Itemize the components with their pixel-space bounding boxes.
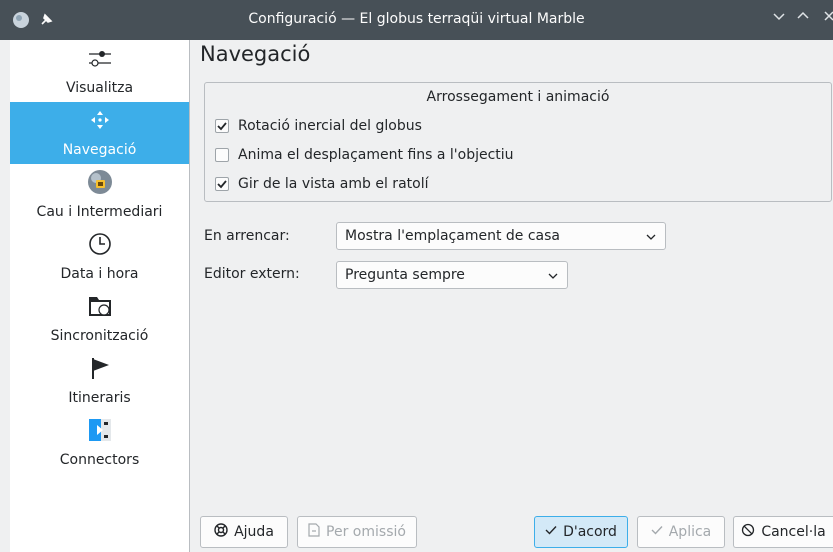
title-bar: Configuració — El globus terraqüi virtua…	[0, 0, 833, 40]
checkbox-unchecked[interactable]	[215, 148, 229, 162]
sidebar-item-visualitza[interactable]: Visualitza	[10, 40, 189, 102]
flag-icon	[10, 354, 189, 382]
checkbox-checked[interactable]	[215, 177, 229, 191]
checkbox-label: Anima el desplaçament fins a l'objectiu	[238, 147, 514, 163]
sidebar-item-connectors[interactable]: Connectors	[10, 412, 189, 474]
sidebar-item-label: Itineraris	[68, 390, 131, 406]
checkbox-label: Gir de la vista amb el ratolí	[238, 176, 429, 192]
sidebar-item-itineraris[interactable]: Itineraris	[10, 350, 189, 412]
sync-folder-icon	[10, 292, 189, 320]
on-startup-combobox[interactable]: Mostra l'emplaçament de casa	[336, 222, 666, 250]
combobox-value: Mostra l'emplaçament de casa	[345, 228, 560, 244]
checkbox-label: Rotació inercial del globus	[238, 118, 422, 134]
maximize-button[interactable]	[796, 9, 810, 27]
sidebar-item-label: Connectors	[59, 452, 140, 468]
ok-button[interactable]: D'acord	[534, 516, 628, 548]
sidebar-item-navegacio[interactable]: Navegació	[10, 102, 189, 164]
sidebar-item-label: Visualitza	[65, 80, 134, 96]
document-revert-icon	[308, 523, 320, 541]
external-editor-combobox[interactable]: Pregunta sempre	[336, 261, 568, 289]
sidebar-item-label: Sincronització	[50, 328, 149, 344]
apply-button[interactable]: Aplica	[637, 516, 725, 548]
check-icon	[651, 524, 663, 540]
cancel-button[interactable]: Cancel·la	[733, 516, 833, 548]
clock-icon	[10, 230, 189, 258]
sidebar-item-label: Navegació	[62, 142, 137, 158]
group-title: Arrossegament i animació	[426, 89, 610, 105]
apply-label: Aplica	[668, 524, 712, 540]
defaults-label: Per omissió	[326, 524, 406, 540]
minimize-button[interactable]	[772, 9, 786, 27]
plugin-icon	[10, 416, 189, 444]
help-button[interactable]: Ajuda	[200, 516, 288, 548]
close-button[interactable]	[822, 9, 833, 27]
ok-label: D'acord	[563, 524, 617, 540]
defaults-button[interactable]: Per omissió	[297, 516, 417, 548]
sidebar-item-cau-intermediari[interactable]: Cau i Intermediari	[10, 164, 189, 226]
mouse-view-rotation-checkbox[interactable]: Gir de la vista amb el ratolí	[215, 174, 428, 194]
combobox-value: Pregunta sempre	[345, 267, 465, 283]
cancel-label: Cancel·la	[761, 524, 826, 540]
animate-target-checkbox[interactable]: Anima el desplaçament fins a l'objectiu	[215, 145, 514, 165]
sidebar-item-label: Cau i Intermediari	[36, 204, 163, 220]
inertial-rotation-checkbox[interactable]: Rotació inercial del globus	[215, 116, 422, 136]
view-sliders-icon	[10, 44, 189, 72]
category-sidebar: Visualitza Navegació Cau i Intermediari …	[10, 40, 190, 552]
checkbox-checked[interactable]	[215, 119, 229, 133]
on-startup-label: En arrencar:	[204, 228, 290, 244]
cancel-icon	[741, 523, 755, 541]
help-label: Ajuda	[234, 524, 274, 540]
sidebar-item-data-hora[interactable]: Data i hora	[10, 226, 189, 288]
navigation-arrows-icon	[10, 106, 189, 134]
check-icon	[545, 524, 557, 540]
window-title: Configuració — El globus terraqüi virtua…	[248, 11, 585, 27]
cache-globe-icon	[10, 168, 189, 196]
page-title: Navegació	[200, 42, 311, 66]
sidebar-item-sincronitzacio[interactable]: Sincronització	[10, 288, 189, 350]
help-icon	[214, 523, 228, 541]
chevron-down-icon	[547, 270, 559, 286]
sidebar-item-label: Data i hora	[60, 266, 139, 282]
drag-animation-group: Arrossegament i animació Rotació inercia…	[204, 82, 832, 202]
external-editor-label: Editor extern:	[204, 266, 300, 282]
chevron-down-icon	[645, 231, 657, 247]
